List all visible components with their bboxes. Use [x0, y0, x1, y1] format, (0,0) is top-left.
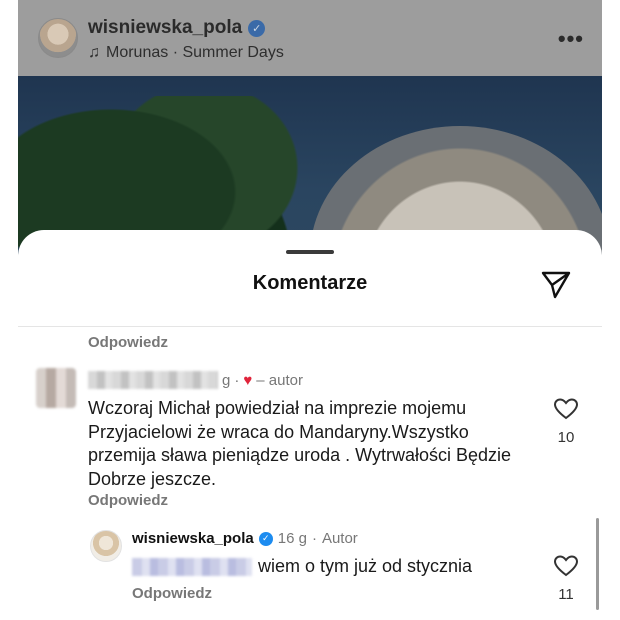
commenter-avatar-blurred[interactable]	[36, 368, 76, 408]
reply-avatar[interactable]	[90, 530, 122, 562]
verified-badge-small-icon: ✓	[258, 531, 273, 546]
post-music[interactable]: ♫ Morunas · Summer Days	[88, 44, 284, 62]
scrollbar[interactable]	[596, 518, 599, 610]
author-liked-heart-icon: ♥	[243, 371, 253, 389]
comment1-reply-button[interactable]: Odpowiedz	[88, 492, 168, 509]
comment2-username[interactable]: wisniewska_pola	[132, 530, 254, 547]
comment1-separator: ·	[234, 371, 240, 389]
post-username-text[interactable]: wisniewska_pola	[88, 17, 242, 39]
mention-blurred[interactable]	[132, 557, 252, 576]
verified-badge-icon: ✓	[248, 19, 266, 37]
comment2-author-label: Autor	[321, 530, 358, 547]
comment1-text: Wczoraj Michał powiedział na imprezie mo…	[88, 398, 512, 489]
comment1-author-label: – autor	[256, 371, 303, 389]
post-header: wisniewska_pola ✓ ♫ Morunas · Summer Day…	[18, 0, 602, 76]
comment2-like-count: 11	[558, 586, 574, 603]
comment2-text: wiem o tym już od stycznia	[258, 556, 473, 576]
comment2-separator: ·	[311, 530, 317, 547]
sheet-divider	[18, 326, 602, 327]
comment1-meta: g · ♥ – autor	[88, 371, 303, 389]
comment2-reply-button[interactable]: Odpowiedz	[132, 585, 212, 602]
drag-handle[interactable]	[286, 250, 334, 254]
send-icon[interactable]	[540, 268, 572, 300]
post-music-text[interactable]: Morunas · Summer Days	[106, 44, 284, 62]
commenter-name-blurred[interactable]	[88, 371, 218, 389]
comment2-like-heart-icon[interactable]	[553, 554, 579, 578]
music-note-icon: ♫	[88, 44, 100, 61]
comment1-like-count: 10	[557, 429, 575, 446]
comment2-meta: wisniewska_pola ✓ 16 g · Autor	[132, 530, 358, 547]
comment1-username-suffix: g	[222, 371, 231, 389]
more-options-icon[interactable]: •••	[558, 26, 584, 52]
post-avatar[interactable]	[38, 18, 78, 58]
comment2-text-row: wiem o tym już od stycznia	[132, 556, 472, 577]
comment1-like-heart-icon[interactable]	[553, 397, 579, 421]
comments-sheet: Komentarze Odpowiedz g · ♥ – autor Wczor…	[18, 230, 602, 620]
reply-button-top[interactable]: Odpowiedz	[88, 334, 168, 351]
sheet-title: Komentarze	[252, 272, 368, 294]
comment2-time: 16 g	[277, 530, 307, 547]
post-username[interactable]: wisniewska_pola ✓	[88, 17, 266, 39]
